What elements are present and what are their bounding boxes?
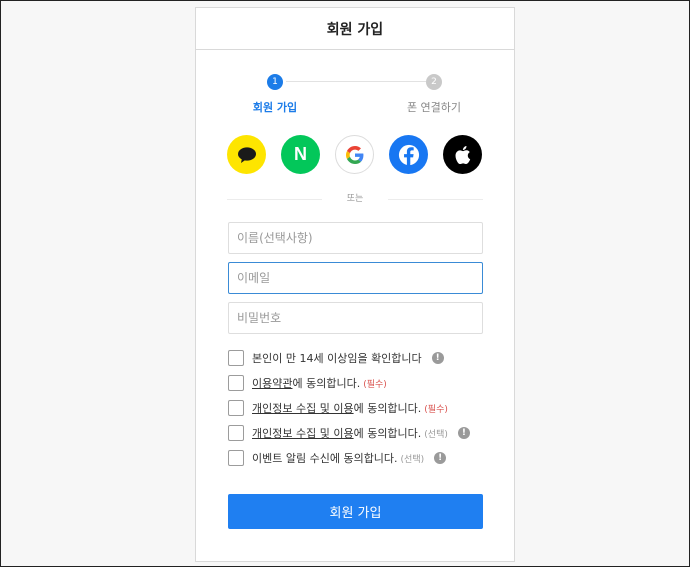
step-label: 회원 가입 bbox=[252, 101, 298, 114]
google-g-icon bbox=[345, 145, 363, 164]
speech-bubble-icon bbox=[237, 146, 256, 163]
required-tag: (필수) bbox=[363, 380, 387, 390]
agree-age-checkbox[interactable] bbox=[228, 350, 244, 366]
agree-privacy-optional-label: 개인정보 수집 및 이용에 동의합니다. (선택) bbox=[252, 425, 448, 441]
agree-privacy-required-checkbox[interactable] bbox=[228, 400, 244, 416]
apple-login-button[interactable] bbox=[443, 135, 482, 174]
info-icon[interactable]: ! bbox=[457, 427, 470, 439]
agree-event-row: 이벤트 알림 수신에 동의합니다. (선택) ! bbox=[228, 449, 488, 467]
step-label: 폰 연결하기 bbox=[406, 101, 462, 114]
naver-login-button[interactable]: N bbox=[281, 135, 320, 174]
agree-privacy-required-label: 개인정보 수집 및 이용에 동의합니다. (필수) bbox=[252, 400, 448, 416]
agree-privacy-optional-checkbox[interactable] bbox=[228, 425, 244, 441]
signup-panel: 회원 가입 1 회원 가입 2 폰 연결하기 N 또는 이름(선택사항) 이메일… bbox=[195, 7, 515, 562]
agree-terms-row: 이용약관에 동의합니다. (필수) bbox=[228, 374, 488, 392]
info-icon[interactable]: ! bbox=[434, 452, 447, 464]
agree-age-label: 본인이 만 14세 이상임을 확인합니다 bbox=[252, 352, 422, 365]
agree-text: 이벤트 알림 수신에 동의합니다. bbox=[252, 452, 398, 465]
agree-terms-checkbox[interactable] bbox=[228, 375, 244, 391]
apple-logo-icon bbox=[455, 145, 470, 164]
agree-privacy-required-row: 개인정보 수집 및 이용에 동의합니다. (필수) bbox=[228, 399, 488, 417]
page-title: 회원 가입 bbox=[196, 8, 514, 50]
social-login-row: N bbox=[227, 135, 483, 175]
privacy-link[interactable]: 개인정보 수집 및 이용 bbox=[252, 427, 354, 440]
agree-event-label: 이벤트 알림 수신에 동의합니다. (선택) bbox=[252, 450, 424, 466]
password-input[interactable] bbox=[228, 302, 483, 334]
name-input[interactable] bbox=[228, 222, 483, 254]
agree-terms-label: 이용약관에 동의합니다. (필수) bbox=[252, 375, 387, 391]
required-tag: (필수) bbox=[424, 405, 448, 415]
n-letter-icon: N bbox=[294, 144, 307, 164]
facebook-login-button[interactable] bbox=[389, 135, 428, 174]
agree-text: 에 동의합니다. bbox=[353, 427, 422, 440]
agree-text: 에 동의합니다. bbox=[353, 402, 422, 415]
agree-privacy-optional-row: 개인정보 수집 및 이용에 동의합니다. (선택) ! bbox=[228, 424, 488, 442]
terms-link[interactable]: 이용약관 bbox=[252, 377, 292, 390]
agree-age-row: 본인이 만 14세 이상임을 확인합니다 ! bbox=[228, 349, 488, 367]
agree-text: 에 동의합니다. bbox=[292, 377, 361, 390]
facebook-f-icon bbox=[398, 144, 419, 166]
info-icon[interactable]: ! bbox=[431, 352, 444, 364]
google-login-button[interactable] bbox=[335, 135, 374, 174]
optional-tag: (선택) bbox=[424, 430, 448, 440]
optional-tag: (선택) bbox=[400, 455, 425, 465]
agree-event-checkbox[interactable] bbox=[228, 450, 244, 466]
signup-submit-button[interactable]: 회원 가입 bbox=[228, 494, 483, 529]
step-number: 2 bbox=[426, 74, 442, 90]
step-signup: 1 회원 가입 bbox=[215, 74, 335, 115]
step-indicator: 1 회원 가입 2 폰 연결하기 bbox=[196, 50, 514, 130]
email-input[interactable] bbox=[228, 262, 483, 294]
privacy-link[interactable]: 개인정보 수집 및 이용 bbox=[252, 402, 354, 415]
or-divider: 또는 bbox=[227, 192, 483, 206]
divider-line bbox=[388, 199, 483, 200]
kakao-login-button[interactable] bbox=[227, 135, 266, 174]
step-number: 1 bbox=[267, 74, 283, 90]
step-phone-link: 2 폰 연결하기 bbox=[374, 74, 494, 115]
